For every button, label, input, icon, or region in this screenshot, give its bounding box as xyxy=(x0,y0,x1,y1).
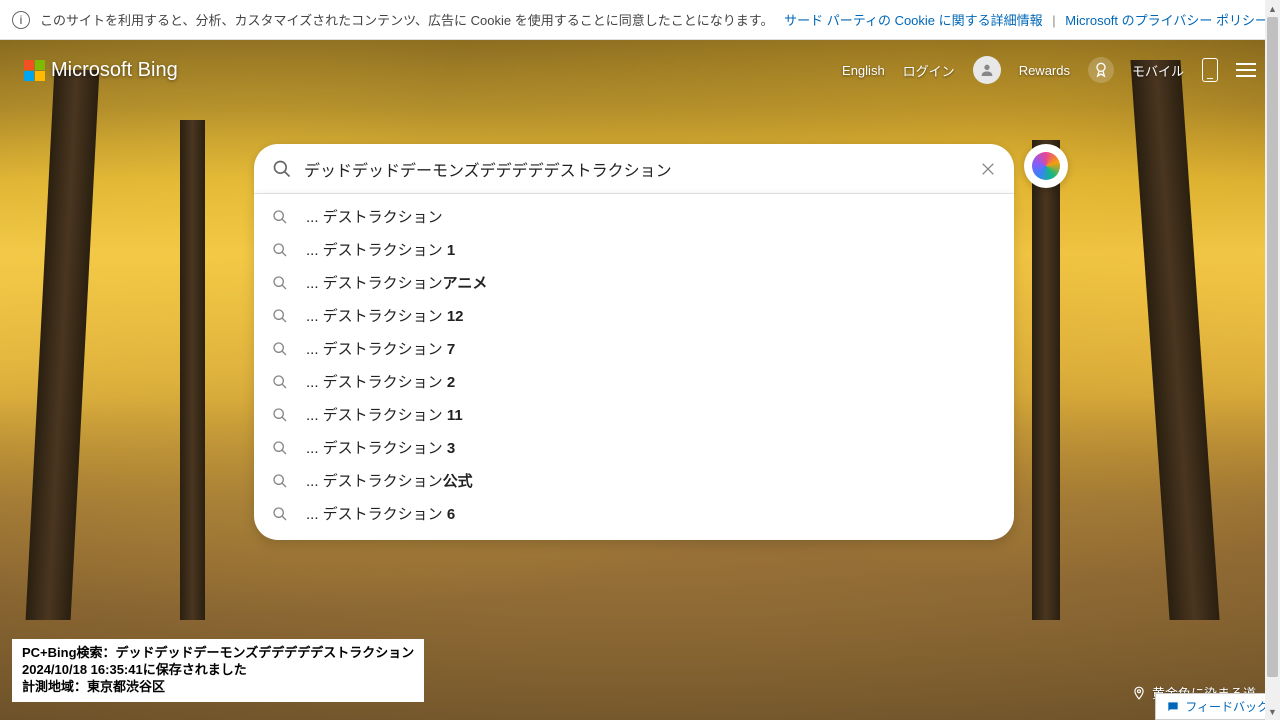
page-header: Microsoft Bing English ログイン Rewards モバイル xyxy=(0,40,1280,100)
suggestion-item[interactable]: ... デストラクションアニメ xyxy=(254,266,1014,299)
suggestion-text: ... デストラクション 12 xyxy=(306,305,464,326)
scroll-up-arrow-icon[interactable]: ▲ xyxy=(1265,0,1280,17)
cookie-consent-banner: i このサイトを利用すると、分析、カスタマイズされたコンテンツ、広告に Cook… xyxy=(0,0,1280,40)
clear-icon[interactable] xyxy=(980,161,996,177)
search-input[interactable] xyxy=(304,160,980,178)
suggestion-item[interactable]: ... デストラクション 11 xyxy=(254,398,1014,431)
search-icon xyxy=(272,440,288,456)
feedback-label: フィードバック xyxy=(1185,698,1269,715)
suggestion-text: ... デストラクション 6 xyxy=(306,503,455,524)
info-icon: i xyxy=(12,11,30,29)
cookie-link-privacy[interactable]: Microsoft のプライバシー ポリシー xyxy=(1065,13,1268,28)
suggestion-text: ... デストラクション 2 xyxy=(306,371,455,392)
search-icon xyxy=(272,209,288,225)
capture-info-box: PC+Bing検索：デッドデッドデーモンズデデデデデストラクション 2024/1… xyxy=(12,639,424,702)
suggestion-text: ... デストラクション xyxy=(306,206,443,227)
suggestion-item[interactable]: ... デストラクション公式 xyxy=(254,464,1014,497)
search-box xyxy=(254,144,1014,194)
suggestion-text: ... デストラクション公式 xyxy=(306,470,473,491)
scroll-down-arrow-icon[interactable]: ▼ xyxy=(1265,703,1280,720)
language-link[interactable]: English xyxy=(842,63,885,78)
scroll-thumb[interactable] xyxy=(1267,17,1278,677)
suggestion-text: ... デストラクション 11 xyxy=(306,404,463,425)
suggestion-text: ... デストラクションアニメ xyxy=(306,272,487,293)
search-icon[interactable] xyxy=(272,159,292,179)
login-link[interactable]: ログイン xyxy=(903,61,955,80)
suggestion-text: ... デストラクション 1 xyxy=(306,239,455,260)
search-icon xyxy=(272,275,288,291)
vertical-scrollbar[interactable]: ▲ ▼ xyxy=(1265,0,1280,720)
suggestion-item[interactable]: ... デストラクション 3 xyxy=(254,431,1014,464)
search-icon xyxy=(272,242,288,258)
copilot-button[interactable] xyxy=(1024,144,1068,188)
cookie-link-thirdparty[interactable]: サード パーティの Cookie に関する詳細情報 xyxy=(784,13,1043,28)
search-icon xyxy=(272,407,288,423)
info-line-1: PC+Bing検索：デッドデッドデーモンズデデデデデストラクション xyxy=(22,645,414,662)
suggestion-item[interactable]: ... デストラクション 1 xyxy=(254,233,1014,266)
mobile-icon[interactable] xyxy=(1202,58,1218,82)
info-line-3: 計測地域：東京都渋谷区 xyxy=(22,679,414,696)
search-icon xyxy=(272,374,288,390)
chat-icon xyxy=(1166,700,1180,714)
search-icon xyxy=(272,308,288,324)
cookie-text: このサイトを利用すると、分析、カスタマイズされたコンテンツ、広告に Cookie… xyxy=(40,10,773,29)
rewards-link[interactable]: Rewards xyxy=(1019,63,1070,78)
suggestion-item[interactable]: ... デストラクション 12 xyxy=(254,299,1014,332)
rewards-badge-icon[interactable] xyxy=(1088,57,1114,83)
suggestion-item[interactable]: ... デストラクション 6 xyxy=(254,497,1014,530)
separator: | xyxy=(1052,13,1055,28)
suggestion-item[interactable]: ... デストラクション xyxy=(254,200,1014,233)
location-pin-icon xyxy=(1132,686,1146,700)
logo-text: Microsoft Bing xyxy=(51,59,178,82)
hamburger-menu-icon[interactable] xyxy=(1236,63,1256,77)
microsoft-logo-icon xyxy=(24,60,45,81)
bing-logo[interactable]: Microsoft Bing xyxy=(24,59,178,82)
search-container: ... デストラクション ... デストラクション 1 ... デストラクションアニ… xyxy=(254,144,1014,540)
suggestion-item[interactable]: ... デストラクション 7 xyxy=(254,332,1014,365)
search-icon xyxy=(272,473,288,489)
suggestion-item[interactable]: ... デストラクション 2 xyxy=(254,365,1014,398)
feedback-button[interactable]: フィードバック xyxy=(1155,693,1280,720)
avatar-icon[interactable] xyxy=(973,56,1001,84)
suggestion-text: ... デストラクション 7 xyxy=(306,338,455,359)
info-line-2: 2024/10/18 16:35:41に保存されました xyxy=(22,662,414,679)
suggestions-dropdown: ... デストラクション ... デストラクション 1 ... デストラクションアニ… xyxy=(254,194,1014,540)
suggestion-text: ... デストラクション 3 xyxy=(306,437,455,458)
search-icon xyxy=(272,506,288,522)
copilot-icon xyxy=(1032,152,1060,180)
search-icon xyxy=(272,341,288,357)
mobile-link[interactable]: モバイル xyxy=(1132,61,1184,80)
